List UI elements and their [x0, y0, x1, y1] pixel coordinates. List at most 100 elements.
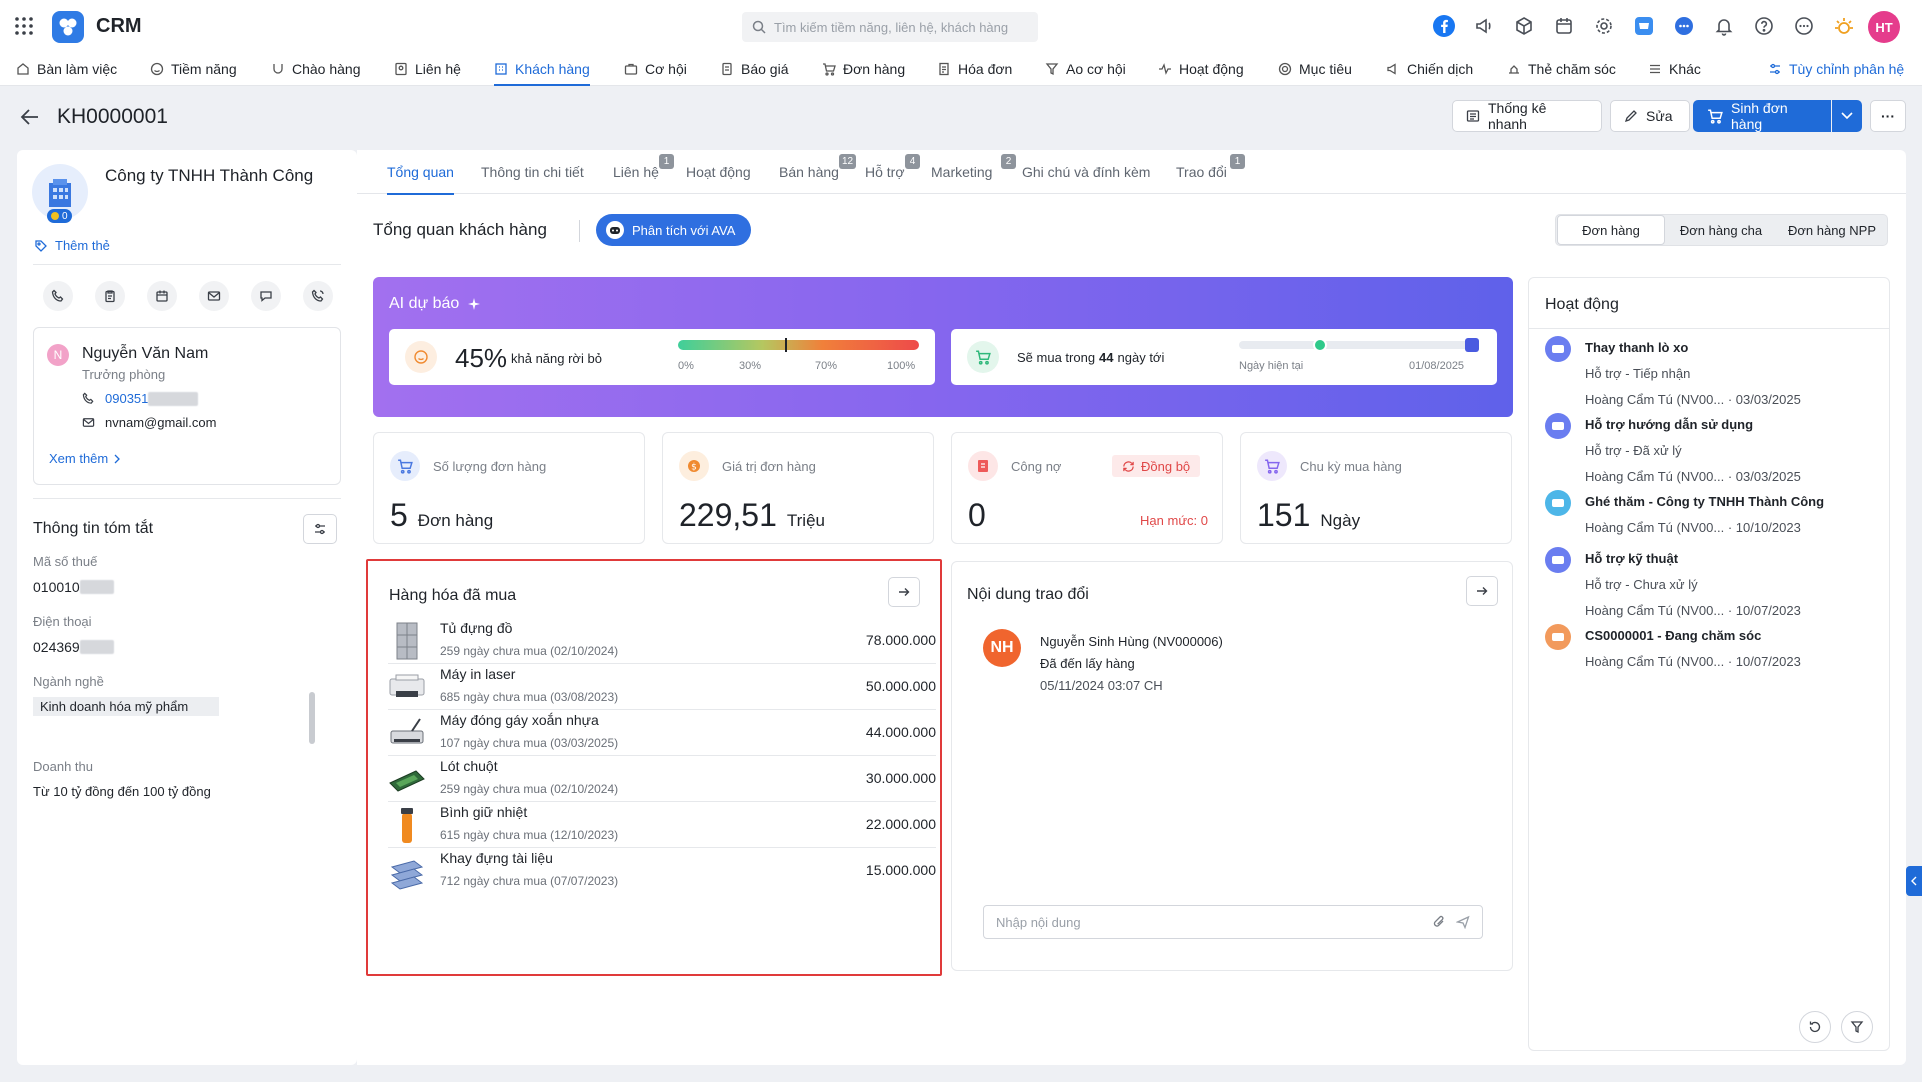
clipboard-icon[interactable]	[95, 281, 125, 311]
tab-overview[interactable]: Tổng quan	[387, 150, 454, 195]
purchased-item[interactable]: Tủ đựng đồ 259 ngày chưa mua (02/10/2024)…	[388, 618, 936, 664]
message-icon[interactable]	[251, 281, 281, 311]
edit-button[interactable]: Sửa	[1610, 100, 1690, 132]
see-more-link[interactable]: Xem thêm	[49, 451, 121, 466]
nav-chao-hang[interactable]: Chào hàng	[271, 52, 361, 86]
more-actions-button[interactable]: ···	[1870, 100, 1906, 132]
activity-type-icon	[1545, 413, 1571, 439]
tab-marketing[interactable]: Marketing 2	[931, 150, 1016, 194]
nav-hoat-dong[interactable]: Hoạt động	[1158, 52, 1244, 86]
nav-co-hoi[interactable]: Cơ hội	[624, 52, 687, 86]
calendar-small-icon[interactable]	[147, 281, 177, 311]
exchange-input[interactable]: Nhập nội dung	[983, 905, 1483, 939]
activity-subtitle: Hỗ trợ - Tiếp nhận	[1585, 366, 1691, 381]
segment-parent-orders[interactable]: Đơn hàng cha	[1668, 215, 1774, 245]
activity-item[interactable]: CS0000001 - Đang chăm sóc Hoàng Cẩm Tú (N…	[1545, 624, 1875, 694]
today-label: Ngày hiện tại	[1239, 360, 1304, 372]
quick-stats-button[interactable]: Thống kê nhanh	[1452, 100, 1602, 132]
tab-contacts[interactable]: Liên hệ 1	[613, 150, 674, 194]
nav-hoa-don[interactable]: Hóa đơn	[937, 52, 1012, 86]
tab-badge: 1	[659, 154, 674, 169]
purchased-title: Hàng hóa đã mua	[389, 587, 517, 604]
filter-button[interactable]	[1841, 1011, 1873, 1043]
activity-owner-date: Hoàng Cẩm Tú (NV00... · 03/03/2025	[1585, 392, 1801, 407]
activity-item[interactable]: Hỗ trợ kỹ thuật Hỗ trợ - Chưa xử lý Hoàng …	[1545, 547, 1875, 618]
store-icon[interactable]	[1630, 12, 1658, 40]
nav-ao-co-hoi[interactable]: Ao cơ hội	[1045, 52, 1126, 86]
right-panel-toggle[interactable]	[1906, 866, 1922, 896]
nav-ban-lam-viec[interactable]: Bàn làm việc	[16, 52, 117, 86]
attach-icon[interactable]	[1432, 915, 1446, 929]
nav-don-hang[interactable]: Đơn hàng	[822, 52, 905, 86]
summary-scrollbar[interactable]	[309, 692, 315, 744]
nav-muc-tieu[interactable]: Mục tiêu	[1278, 52, 1352, 86]
exchange-title: Nội dung trao đổi	[967, 586, 1089, 603]
purchased-item[interactable]: Máy đóng gáy xoắn nhựa 107 ngày chưa mua …	[388, 710, 936, 756]
cube-icon[interactable]	[1510, 12, 1538, 40]
nav-khac[interactable]: Khác	[1648, 52, 1701, 86]
purchased-item[interactable]: Lót chuột 259 ngày chưa mua (02/10/2024) 3…	[388, 756, 936, 802]
target-icon	[1278, 62, 1292, 76]
company-badge[interactable]: 0	[47, 209, 72, 223]
create-order-dropdown[interactable]	[1832, 100, 1862, 132]
tab-exchange[interactable]: Trao đổi 1	[1176, 150, 1245, 194]
purchased-goods-panel: Hàng hóa đã mua Tủ đựng đồ 259 ngày chưa …	[366, 559, 942, 976]
activity-item[interactable]: Hỗ trợ hướng dẫn sử dụng Hỗ trợ - Đã xử l…	[1545, 413, 1875, 484]
user-avatar[interactable]: HT	[1868, 11, 1900, 43]
call-icon[interactable]	[303, 281, 333, 311]
magnet-icon	[271, 62, 285, 76]
back-arrow-icon[interactable]	[20, 108, 40, 126]
calendar-icon[interactable]	[1550, 12, 1578, 40]
refresh-button[interactable]	[1799, 1011, 1831, 1043]
megaphone-icon[interactable]	[1470, 12, 1498, 40]
pulse-icon	[1158, 62, 1172, 76]
gear-icon[interactable]	[1590, 12, 1618, 40]
tab-sales[interactable]: Bán hàng 12	[779, 150, 857, 194]
send-icon[interactable]	[1456, 915, 1470, 929]
nav-lien-he[interactable]: Liên hệ	[394, 52, 461, 86]
nav-chien-dich[interactable]: Chiến dịch	[1386, 52, 1473, 86]
help-icon[interactable]	[1750, 12, 1778, 40]
contact-email[interactable]: nvnam@gmail.com	[82, 415, 216, 430]
phone-icon[interactable]	[43, 281, 73, 311]
summary-settings-button[interactable]	[303, 514, 337, 544]
crm-logo-icon[interactable]	[52, 11, 84, 43]
purchased-item[interactable]: Khay đựng tài liệu 712 ngày chưa mua (07/…	[388, 848, 936, 894]
nav-khach-hang[interactable]: Khách hàng	[494, 52, 590, 86]
segment-npp-orders[interactable]: Đơn hàng NPP	[1778, 215, 1886, 245]
ava-analyze-button[interactable]: Phân tích với AVA	[596, 214, 752, 246]
sun-icon[interactable]	[1830, 12, 1858, 40]
create-order-button[interactable]: Sinh đơn hàng	[1693, 100, 1831, 132]
tab-support[interactable]: Hỗ trợ 4	[865, 150, 920, 194]
purchased-item[interactable]: Máy in laser 685 ngày chưa mua (03/08/202…	[388, 664, 936, 710]
product-thumbnail-icon	[388, 713, 426, 753]
nav-the-cham-soc[interactable]: Thẻ chăm sóc	[1507, 52, 1616, 86]
nav-bao-gia[interactable]: Báo giá	[720, 52, 788, 86]
add-tag-link[interactable]: Thêm thẻ	[34, 238, 110, 253]
more-circle-icon[interactable]	[1790, 12, 1818, 40]
customize-modules-link[interactable]: Tùy chỉnh phân hệ	[1768, 52, 1904, 86]
exchange-author[interactable]: Nguyễn Sinh Hùng (NV000006)	[1040, 634, 1223, 649]
purchase-timeline	[1239, 338, 1479, 352]
tab-notes[interactable]: Ghi chú và đính kèm	[1022, 150, 1150, 194]
purchased-item[interactable]: Bình giữ nhiệt 615 ngày chưa mua (12/10/2…	[388, 802, 936, 848]
sliders-small-icon	[313, 522, 327, 536]
exchange-open-button[interactable]	[1466, 576, 1498, 606]
contact-name[interactable]: Nguyễn Văn Nam	[82, 345, 208, 363]
nav-tiem-nang[interactable]: Tiềm năng	[150, 52, 237, 86]
tab-activities[interactable]: Hoạt động	[686, 150, 751, 194]
bell-icon[interactable]	[1710, 12, 1738, 40]
chat-icon[interactable]	[1670, 12, 1698, 40]
facebook-icon[interactable]	[1430, 12, 1458, 40]
tab-detail-info[interactable]: Thông tin chi tiết	[481, 150, 584, 194]
purchased-open-button[interactable]	[888, 577, 920, 607]
briefcase-icon	[624, 62, 638, 76]
mail-icon[interactable]	[199, 281, 229, 311]
global-search[interactable]: Tìm kiếm tiềm năng, liên hệ, khách hàng	[742, 12, 1038, 42]
segment-orders[interactable]: Đơn hàng	[1557, 215, 1665, 245]
contact-phone[interactable]: 090351	[82, 391, 199, 406]
sync-button[interactable]: Đồng bộ	[1112, 455, 1201, 477]
activity-item[interactable]: Thay thanh lò xo Hỗ trợ - Tiếp nhận Hoàng …	[1545, 336, 1875, 407]
apps-grid-icon[interactable]	[14, 16, 34, 36]
churn-gauge	[678, 338, 919, 352]
